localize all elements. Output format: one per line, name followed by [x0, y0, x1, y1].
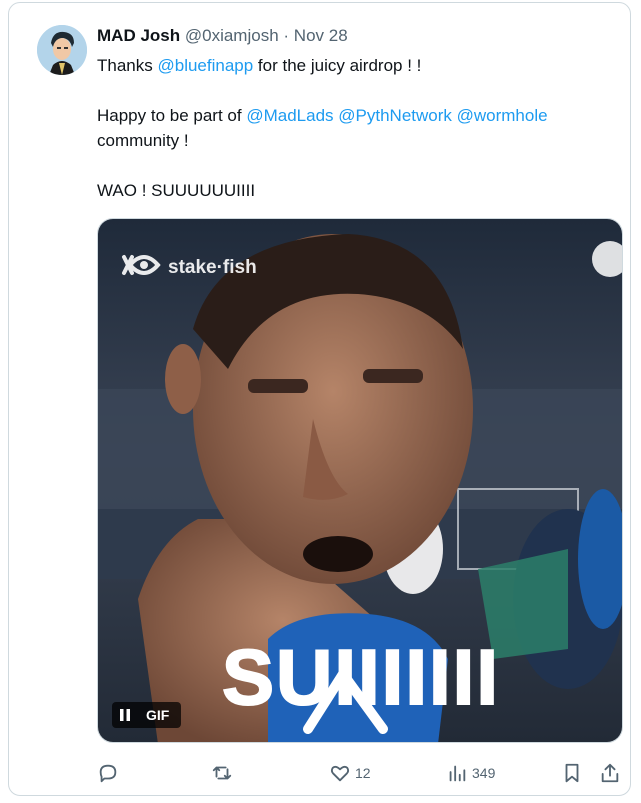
bookmark-icon: [565, 763, 579, 783]
text-segment: Happy to be part of: [97, 106, 247, 125]
gif-media[interactable]: stake·fish SUIIIIIII GIF: [97, 218, 623, 743]
gif-controls[interactable]: GIF: [112, 702, 182, 728]
bookmark-button[interactable]: [561, 760, 583, 786]
separator-dot: ·: [283, 26, 290, 45]
like-button[interactable]: 12: [329, 760, 371, 786]
mention-wormhole[interactable]: @wormhole: [457, 106, 548, 125]
views-button[interactable]: 349: [446, 760, 495, 786]
tweet-text: Thanks @bluefinapp for the juicy airdrop…: [97, 53, 622, 203]
text-line-3: WAO ! SUUUUUUIIII: [97, 181, 256, 200]
avatar[interactable]: [37, 25, 87, 75]
mention-bluefinapp[interactable]: @bluefinapp: [157, 56, 253, 75]
pause-icon[interactable]: [112, 702, 138, 728]
reply-icon: [99, 764, 117, 783]
share-icon: [601, 763, 619, 783]
retweet-button[interactable]: [211, 760, 237, 786]
text-line-1: Thanks @bluefinapp for the juicy airdrop…: [97, 53, 622, 78]
mention-pythnetwork[interactable]: @PythNetwork: [338, 106, 452, 125]
tweet-card[interactable]: MAD Josh @0xiamjosh · Nov 28 Thanks @blu…: [8, 2, 631, 796]
retweet-icon: [212, 766, 232, 780]
author-handle[interactable]: @0xiamjosh: [185, 26, 279, 45]
gif-label: GIF: [146, 707, 170, 723]
reply-button[interactable]: [97, 760, 123, 786]
author-name[interactable]: MAD Josh: [97, 26, 180, 45]
text-line-2b: community !: [97, 131, 189, 150]
action-bar: 12 349: [97, 760, 625, 786]
text-segment: for the juicy airdrop ! !: [253, 56, 422, 75]
text-line-2: Happy to be part of @MadLads @PythNetwor…: [97, 103, 622, 128]
tweet-date[interactable]: Nov 28: [294, 26, 348, 45]
text-segment: Thanks: [97, 56, 158, 75]
mention-madlads[interactable]: @MadLads: [246, 106, 333, 125]
watermark-text: stake·fish: [168, 257, 257, 278]
tweet-header: MAD Josh @0xiamjosh · Nov 28: [97, 25, 348, 47]
views-count: 349: [472, 765, 496, 781]
caption-overlay: SUIIIIIII: [222, 633, 500, 721]
like-count: 12: [355, 765, 371, 781]
share-button[interactable]: [599, 760, 621, 786]
heart-icon: [330, 765, 350, 782]
analytics-icon: [449, 765, 466, 782]
